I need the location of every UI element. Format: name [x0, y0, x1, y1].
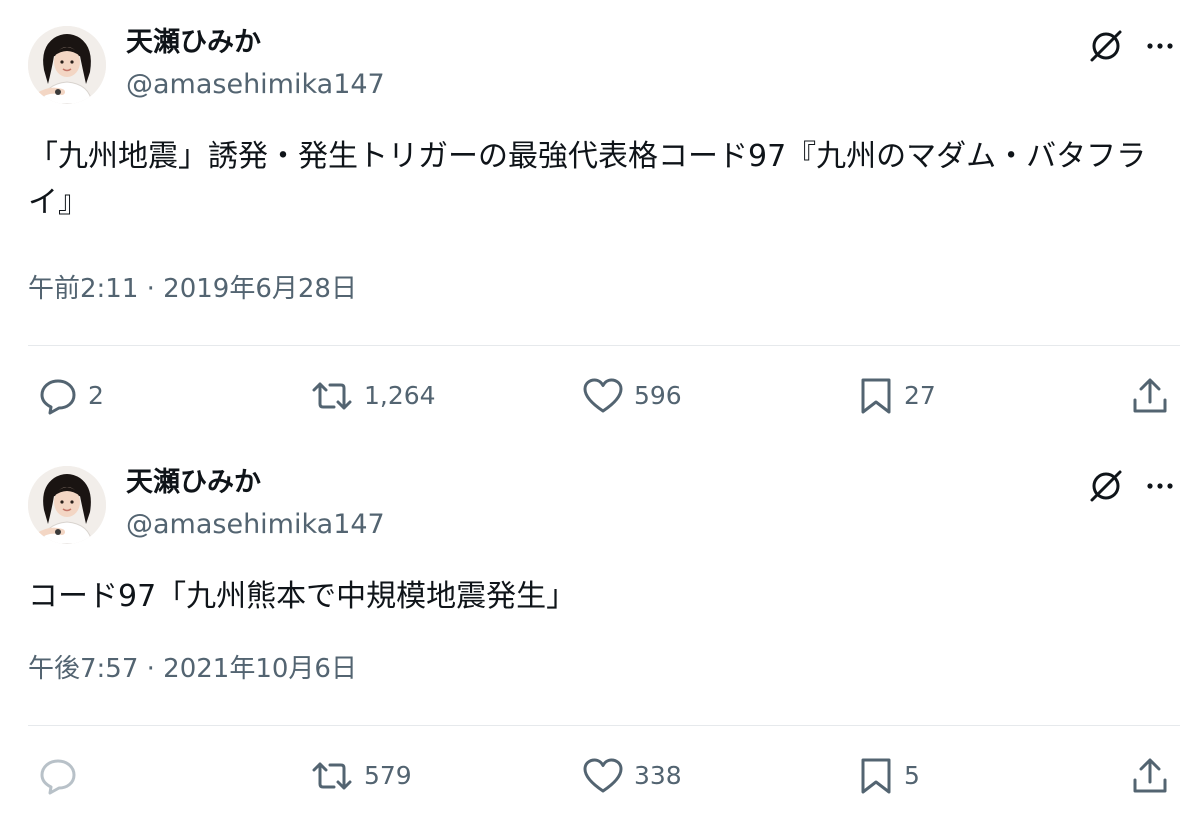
like-button[interactable]: 338: [582, 756, 682, 796]
share-upload-icon: [1133, 378, 1167, 413]
like-button[interactable]: 596: [582, 376, 682, 416]
grok-slash-circle-icon: [1090, 30, 1122, 62]
reply-count: 2: [88, 381, 104, 410]
grok-button[interactable]: [1086, 26, 1126, 66]
profile-photo-icon: [28, 26, 106, 104]
like-count: 596: [634, 381, 682, 410]
divider: [28, 725, 1180, 726]
bookmark-button[interactable]: 5: [858, 756, 920, 796]
retweet-arrows-icon: [312, 382, 352, 410]
retweet-arrows-icon: [312, 762, 352, 790]
profile-photo-icon: [28, 466, 106, 544]
tweet-timestamp[interactable]: 午後7:57 · 2021年10月6日: [28, 652, 357, 686]
more-options-button[interactable]: [1140, 466, 1180, 506]
more-dots-icon: [1147, 483, 1173, 489]
bookmark-count: 5: [904, 761, 920, 790]
grok-button[interactable]: [1086, 466, 1126, 506]
more-dots-icon: [1147, 43, 1173, 49]
author-display-name[interactable]: 天瀬ひみか: [126, 466, 261, 500]
author-handle[interactable]: @amasehimika147: [126, 508, 385, 542]
retweet-button[interactable]: 1,264: [310, 376, 436, 416]
reply-button[interactable]: 2: [38, 376, 104, 416]
share-button[interactable]: [1130, 756, 1170, 796]
grok-slash-circle-icon: [1090, 470, 1122, 502]
author-handle[interactable]: @amasehimika147: [126, 68, 385, 102]
reply-bubble-icon: [40, 379, 76, 415]
bookmark-icon: [861, 378, 891, 414]
more-options-button[interactable]: [1140, 26, 1180, 66]
bookmark-count: 27: [904, 381, 936, 410]
avatar[interactable]: [28, 26, 106, 104]
divider: [28, 345, 1180, 346]
tweet-2[interactable]: 天瀬ひみか @amasehimika147 コード97「九州熊本で中規模地震発生…: [0, 440, 1200, 816]
share-button[interactable]: [1130, 376, 1170, 416]
bookmark-button[interactable]: 27: [858, 376, 936, 416]
tweet-text: 「九州地震」誘発・発生トリガーの最強代表格コード97『九州のマダム・バタフライ』: [28, 139, 1147, 220]
retweet-count: 1,264: [364, 381, 436, 410]
retweet-count: 579: [364, 761, 412, 790]
share-upload-icon: [1133, 758, 1167, 793]
like-count: 338: [634, 761, 682, 790]
tweet-text: コード97「九州熊本で中規模地震発生」: [28, 579, 577, 614]
avatar[interactable]: [28, 466, 106, 544]
reply-button[interactable]: [38, 756, 88, 796]
bookmark-icon: [861, 758, 891, 794]
tweet-1[interactable]: 天瀬ひみか @amasehimika147 「九州地震」誘発・発生トリガーの最強…: [0, 0, 1200, 440]
tweet-timestamp[interactable]: 午前2:11 · 2019年6月28日: [28, 272, 357, 306]
reply-bubble-icon: [40, 759, 76, 795]
author-display-name[interactable]: 天瀬ひみか: [126, 26, 261, 60]
retweet-button[interactable]: 579: [310, 756, 412, 796]
heart-icon: [583, 378, 623, 413]
heart-icon: [583, 758, 623, 793]
